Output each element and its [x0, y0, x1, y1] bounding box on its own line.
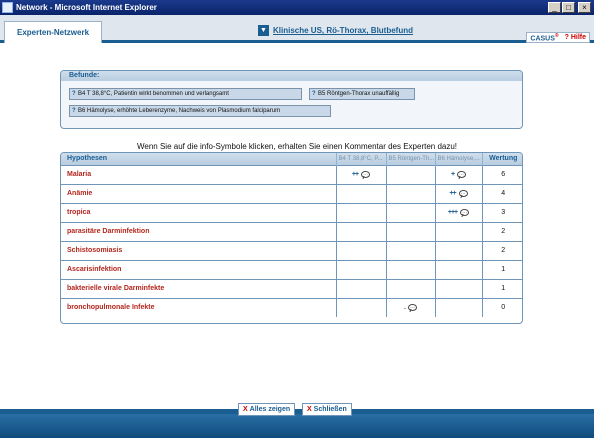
rating-mark: +	[450, 171, 455, 178]
rating-cell-content: +…	[436, 171, 482, 178]
rating-value: 3	[481, 202, 522, 222]
hypothesis-name: bronchopulmonale Infekte	[61, 297, 336, 317]
rating-cell-content: +++…	[436, 209, 482, 216]
cell-b4	[335, 202, 386, 222]
cell-b6: +++…	[434, 202, 482, 222]
rating-value: 2	[481, 240, 522, 260]
casus-badge: CASUS® ? Hilfe	[526, 32, 590, 43]
comment-bubble-icon[interactable]: …	[457, 171, 467, 178]
cell-b4	[335, 183, 386, 203]
hypothesis-name: Schistosomiasis	[61, 240, 336, 260]
rating-mark: ++	[351, 171, 359, 178]
table-row: bronchopulmonale Infekte.… 0	[61, 297, 522, 317]
rating-mark: +++	[447, 209, 458, 216]
cell-b5	[385, 278, 435, 298]
cell-b6	[434, 297, 482, 317]
col-header-b6: B6 Hämolyse,...	[434, 153, 482, 165]
table-row: bakterielle virale Darminfekte 1	[61, 278, 522, 298]
x-icon: X	[307, 406, 312, 413]
table-row: parasitäre Darminfektion 2	[61, 221, 522, 241]
cell-b4	[335, 240, 386, 260]
cell-b6	[434, 221, 482, 241]
cell-b5	[385, 221, 435, 241]
footer-bar	[0, 414, 594, 438]
close-window-button[interactable]: ×	[578, 2, 591, 13]
findings-dropdown[interactable]: ▼ Klinische US, Rö-Thorax, Blutbefund	[258, 25, 413, 36]
cell-b5	[385, 259, 435, 279]
hypothesis-name: bakterielle virale Darminfekte	[61, 278, 336, 298]
col-header-hypothesen: Hypothesen	[61, 153, 336, 165]
close-button[interactable]: X Schließen	[302, 403, 352, 416]
rating-value: 1	[481, 278, 522, 298]
findings-title: Befunde:	[61, 71, 522, 81]
show-all-button[interactable]: X Alles zeigen	[238, 403, 296, 416]
hypothesis-name: Anämie	[61, 183, 336, 203]
table-row: Anämie ++… 4	[61, 183, 522, 203]
hypothesis-name: parasitäre Darminfektion	[61, 221, 336, 241]
findings-panel: Befunde: B4 T 38,8°C, Patientin wirkt be…	[60, 70, 523, 129]
cell-b6: +…	[434, 164, 482, 184]
rating-mark: ++	[449, 190, 456, 197]
hypothesis-name: Ascarisinfektion	[61, 259, 336, 279]
window-title: Network - Microsoft Internet Explorer	[16, 3, 157, 12]
cell-b4	[335, 297, 386, 317]
rating-value: 1	[481, 259, 522, 279]
help-link[interactable]: ? Hilfe	[565, 34, 586, 41]
rating-value: 0	[481, 297, 522, 317]
cell-b5	[385, 164, 435, 184]
cell-b4: ++…	[335, 164, 386, 184]
table-row: tropica +++… 3	[61, 202, 522, 222]
rating-value: 4	[481, 183, 522, 203]
rating-value: 2	[481, 221, 522, 241]
cell-b5: .…	[385, 297, 435, 317]
table-row: Ascarisinfektion 1	[61, 259, 522, 279]
cell-b6	[434, 259, 482, 279]
finding-b5[interactable]: B5 Röntgen-Thorax unauffällig	[309, 88, 415, 100]
cell-b6	[434, 278, 482, 298]
findings-dropdown-label[interactable]: Klinische US, Rö-Thorax, Blutbefund	[273, 26, 413, 35]
rating-cell-content: ++…	[436, 190, 482, 197]
cell-b6	[434, 240, 482, 260]
casus-logo: CASUS®	[530, 32, 559, 43]
table-row: Malaria ++… +… 6	[61, 164, 522, 184]
instruction-text: Wenn Sie auf die info-Symbole klicken, e…	[136, 142, 458, 151]
finding-b4[interactable]: B4 T 38,8°C, Patientin wirkt benommen un…	[69, 88, 302, 100]
minimize-button[interactable]: _	[548, 2, 561, 13]
hypotheses-table: Hypothesen B4 T 38,8°C, P... B5 Röntgen-…	[60, 152, 523, 324]
cell-b4	[335, 221, 386, 241]
col-header-b5: B5 Röntgen-Th...	[385, 153, 435, 165]
comment-bubble-icon[interactable]: …	[361, 171, 371, 178]
cell-b4	[335, 278, 386, 298]
col-header-b4: B4 T 38,8°C, P...	[335, 153, 386, 165]
rating-value: 6	[481, 164, 522, 184]
tab-experten-netzwerk[interactable]: Experten-Netzwerk	[4, 21, 103, 43]
hypothesis-name: Malaria	[61, 164, 336, 184]
hypothesis-name: tropica	[61, 202, 336, 222]
internet-explorer-icon	[2, 2, 13, 13]
comment-bubble-icon[interactable]: …	[458, 190, 468, 197]
table-row: Schistosomiasis 2	[61, 240, 522, 260]
rating-cell-content: .…	[387, 304, 435, 312]
cell-b5	[385, 183, 435, 203]
app-header: Experten-Netzwerk ▼ Klinische US, Rö-Tho…	[0, 15, 594, 43]
cell-b4	[335, 259, 386, 279]
cell-b6: ++…	[434, 183, 482, 203]
comment-bubble-icon[interactable]: …	[407, 304, 417, 312]
x-icon: X	[243, 406, 248, 413]
rating-mark: .	[404, 304, 406, 312]
col-header-wertung: Wertung	[481, 153, 522, 165]
comment-bubble-icon[interactable]: …	[460, 209, 470, 216]
table-header-row: Hypothesen B4 T 38,8°C, P... B5 Röntgen-…	[61, 153, 522, 165]
maximize-button[interactable]: □	[562, 2, 575, 13]
cell-b5	[385, 240, 435, 260]
rating-cell-content: ++…	[337, 171, 386, 178]
chevron-down-icon[interactable]: ▼	[258, 25, 269, 36]
finding-b6[interactable]: B6 Hämolyse, erhöhte Leberenzyme, Nachwe…	[69, 105, 331, 117]
window-title-bar: Network - Microsoft Internet Explorer _ …	[0, 0, 594, 15]
cell-b5	[385, 202, 435, 222]
